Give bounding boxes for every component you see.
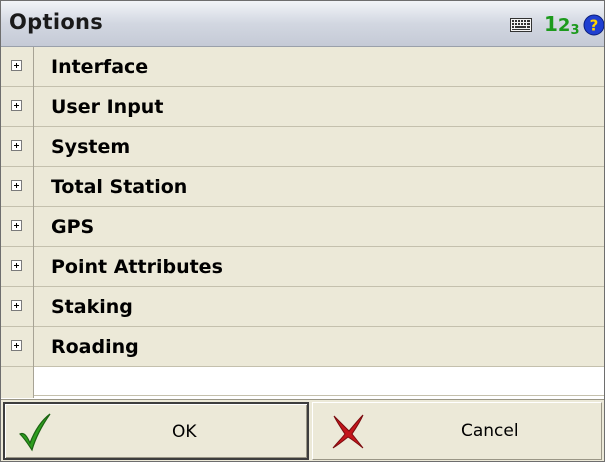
tree-item-label: GPS <box>51 216 95 238</box>
button-bar: OK Cancel <box>1 399 604 461</box>
keyboard-icon[interactable] <box>510 18 532 32</box>
ok-button[interactable]: OK <box>3 402 309 460</box>
tree-item-label: Interface <box>51 56 149 78</box>
expand-icon[interactable] <box>11 140 22 151</box>
cancel-label: Cancel <box>461 421 519 441</box>
tree-item-label: System <box>51 136 131 158</box>
expand-icon[interactable] <box>11 340 22 351</box>
tree-item-point-attributes[interactable]: Point Attributes <box>1 247 604 287</box>
options-tree: Interface User Input System Total Statio… <box>1 47 604 398</box>
tree-item-roading[interactable]: Roading <box>1 327 604 367</box>
cancel-button[interactable]: Cancel <box>312 402 602 460</box>
help-icon[interactable]: ? <box>583 14 605 36</box>
tree-item-label: Roading <box>51 336 139 358</box>
expand-icon[interactable] <box>11 60 22 71</box>
tree-item-label: Staking <box>51 296 133 318</box>
expand-icon[interactable] <box>11 260 22 271</box>
tree-item-interface[interactable]: Interface <box>1 47 604 87</box>
tree-item-label: User Input <box>51 96 164 118</box>
expand-icon[interactable] <box>11 180 22 191</box>
tree-item-label: Total Station <box>51 176 188 198</box>
tree-item-user-input[interactable]: User Input <box>1 87 604 127</box>
expand-icon[interactable] <box>11 100 22 111</box>
svg-text:?: ? <box>590 17 599 35</box>
divider <box>33 327 34 367</box>
expand-icon[interactable] <box>11 220 22 231</box>
divider <box>33 207 34 247</box>
options-window: Options 123 ? Interface User Input Syste… <box>0 0 605 462</box>
tree-item-total-station[interactable]: Total Station <box>1 167 604 207</box>
cancel-x-icon <box>332 414 364 449</box>
divider <box>33 127 34 167</box>
numeric-input-icon[interactable]: 123 <box>544 11 580 38</box>
divider <box>33 287 34 327</box>
divider <box>33 247 34 287</box>
divider <box>33 167 34 207</box>
empty-row <box>34 371 604 396</box>
checkmark-icon <box>18 413 51 452</box>
tree-item-staking[interactable]: Staking <box>1 287 604 327</box>
ok-label: OK <box>172 422 197 442</box>
divider <box>33 87 34 127</box>
divider <box>33 47 34 87</box>
expand-icon[interactable] <box>11 300 22 311</box>
tree-item-label: Point Attributes <box>51 256 223 278</box>
window-title: Options <box>9 10 104 34</box>
tree-item-system[interactable]: System <box>1 127 604 167</box>
title-bar: Options 123 ? <box>1 1 604 47</box>
tree-item-gps[interactable]: GPS <box>1 207 604 247</box>
